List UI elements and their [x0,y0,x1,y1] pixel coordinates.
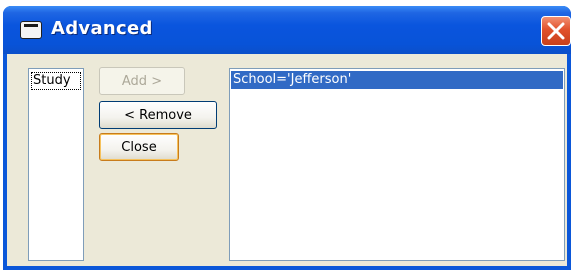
window-title: Advanced [51,18,153,39]
close-icon [547,22,565,40]
close-button[interactable]: Close [99,133,179,161]
available-fields-list[interactable]: Study [28,68,84,261]
window-app-icon [20,21,42,39]
list-item-selected[interactable]: School='Jefferson' [231,71,563,89]
window-close-button[interactable] [541,16,571,46]
add-button[interactable]: Add > [99,67,185,95]
title-bar[interactable]: Advanced [3,6,571,54]
dialog-content: Study Add > < Remove Close School='Jeffe… [7,54,567,266]
remove-button[interactable]: < Remove [99,101,217,129]
selected-criteria-list[interactable]: School='Jefferson' [229,68,565,261]
advanced-dialog: Advanced Study Add > < Remove Close Scho… [3,6,571,270]
list-item-study[interactable]: Study [31,72,81,90]
